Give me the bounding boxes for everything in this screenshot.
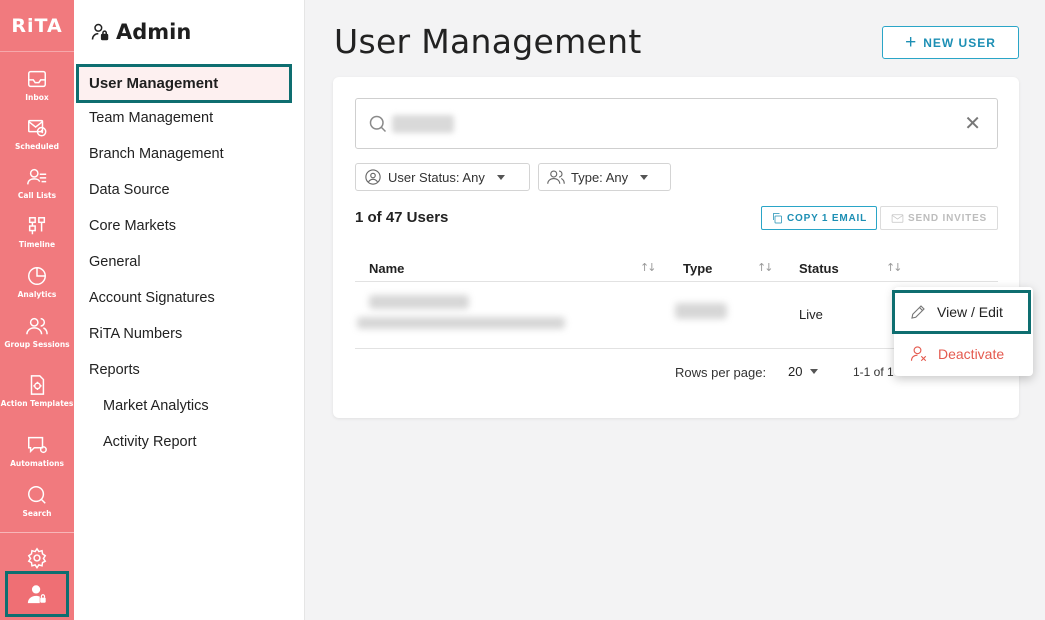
left-rail: RiTA Inbox Scheduled Call Lists Timeline… xyxy=(0,0,74,620)
rail-item-call-lists[interactable]: Call Lists xyxy=(0,166,74,200)
user-remove-icon xyxy=(910,346,927,362)
table-header-divider xyxy=(355,281,998,282)
timeline-icon xyxy=(28,217,46,235)
new-user-label: NEW USER xyxy=(923,35,996,50)
rail-label: Timeline xyxy=(18,240,56,249)
new-user-button[interactable]: + NEW USER xyxy=(882,26,1019,59)
users-icon xyxy=(547,170,565,184)
deactivate-menu-item[interactable]: Deactivate xyxy=(894,338,1033,370)
sidebar-item-data-source[interactable]: Data Source xyxy=(89,182,170,198)
admin-lock-icon xyxy=(91,23,109,41)
search-input[interactable] xyxy=(392,113,952,135)
rail-label: Analytics xyxy=(17,290,57,299)
view-edit-label: View / Edit xyxy=(937,304,1003,320)
sort-icon[interactable]: ↑↓ xyxy=(640,261,657,274)
deactivate-label: Deactivate xyxy=(938,346,1005,362)
sidebar-item-team-management[interactable]: Team Management xyxy=(89,110,213,126)
user-name-redacted xyxy=(369,295,469,309)
rail-item-scheduled[interactable]: Scheduled xyxy=(0,117,74,151)
admin-user-icon xyxy=(27,585,46,604)
sidebar-item-reports[interactable]: Reports xyxy=(89,362,140,378)
sidebar-item-general[interactable]: General xyxy=(89,254,141,270)
mail-send-icon xyxy=(891,213,904,223)
chevron-down-icon xyxy=(810,369,819,374)
send-invites-button[interactable]: SEND INVITES xyxy=(880,206,998,230)
automations-icon xyxy=(28,436,47,454)
rail-label: Group Sessions xyxy=(4,340,70,349)
search-box[interactable]: ✕ xyxy=(355,98,998,149)
type-filter-label: Type: Any xyxy=(571,169,629,185)
admin-sidebar: Admin User Management Team Management Br… xyxy=(74,0,305,620)
view-edit-menu-item[interactable]: View / Edit xyxy=(892,290,1031,334)
column-header-type[interactable]: Type xyxy=(683,261,712,276)
sidebar-item-branch-management[interactable]: Branch Management xyxy=(89,146,224,162)
rail-item-inbox[interactable]: Inbox xyxy=(0,68,74,102)
row-action-menu: View / Edit Deactivate xyxy=(892,287,1033,376)
sort-icon[interactable]: ↑↓ xyxy=(757,261,774,274)
gear-icon xyxy=(27,547,47,569)
copy-icon xyxy=(773,213,782,224)
rail-label: Call Lists xyxy=(17,191,57,200)
rail-admin-button[interactable] xyxy=(5,571,69,617)
analytics-icon xyxy=(28,267,46,285)
rows-per-page-select[interactable]: 20 xyxy=(788,364,819,379)
user-circle-icon xyxy=(365,169,381,185)
user-status-filter[interactable]: User Status: Any xyxy=(355,163,530,191)
pagination-range: 1-1 of 1 xyxy=(853,365,894,379)
group-sessions-icon xyxy=(26,317,48,335)
chevron-down-icon xyxy=(496,174,505,180)
rail-divider xyxy=(0,532,74,533)
rail-label: Automations xyxy=(10,459,64,468)
sidebar-title-text: Admin xyxy=(116,20,192,44)
user-status-filter-label: User Status: Any xyxy=(388,169,485,185)
chevron-down-icon xyxy=(640,174,649,180)
copy-email-label: COPY 1 EMAIL xyxy=(787,212,867,224)
rail-item-group-sessions[interactable]: Group Sessions xyxy=(0,315,74,349)
rows-per-page-label: Rows per page: xyxy=(675,365,767,380)
sidebar-item-account-signatures[interactable]: Account Signatures xyxy=(89,290,215,306)
rows-per-page-value: 20 xyxy=(788,364,803,379)
rail-label: Scheduled xyxy=(14,142,59,151)
column-header-status[interactable]: Status xyxy=(799,261,839,276)
plus-icon: + xyxy=(905,32,918,53)
scheduled-icon xyxy=(28,119,47,137)
search-icon xyxy=(28,486,46,504)
sidebar-item-user-management[interactable]: User Management xyxy=(76,64,292,103)
clear-search-icon[interactable]: ✕ xyxy=(964,113,981,133)
user-type-redacted xyxy=(675,303,727,319)
rail-label: Action Templates xyxy=(0,399,74,408)
app-logo[interactable]: RiTA xyxy=(0,0,74,52)
sidebar-item-core-markets[interactable]: Core Markets xyxy=(89,218,176,234)
sidebar-item-market-analytics[interactable]: Market Analytics xyxy=(103,398,209,414)
column-header-name[interactable]: Name xyxy=(369,261,404,276)
copy-email-button[interactable]: COPY 1 EMAIL xyxy=(761,206,877,230)
user-email-redacted xyxy=(357,317,565,329)
action-templates-icon xyxy=(30,375,45,395)
sidebar-item-activity-report[interactable]: Activity Report xyxy=(103,434,196,450)
sidebar-item-rita-numbers[interactable]: RiTA Numbers xyxy=(89,326,182,342)
rail-item-search[interactable]: Search xyxy=(0,484,74,518)
call-list-icon xyxy=(27,168,47,185)
send-invites-label: SEND INVITES xyxy=(907,212,988,224)
search-icon xyxy=(369,115,387,133)
page-title: User Management xyxy=(334,22,642,61)
rail-item-timeline[interactable]: Timeline xyxy=(0,215,74,249)
rail-item-analytics[interactable]: Analytics xyxy=(0,265,74,299)
rail-item-action-templates[interactable]: Action Templates xyxy=(0,374,74,408)
sidebar-title: Admin xyxy=(90,20,191,44)
rail-label: Inbox xyxy=(25,93,49,102)
inbox-icon xyxy=(28,70,46,88)
rail-label: Search xyxy=(22,509,52,518)
rail-item-automations[interactable]: Automations xyxy=(0,434,74,468)
user-status: Live xyxy=(799,307,823,322)
rail-settings[interactable] xyxy=(0,547,74,569)
pencil-icon xyxy=(911,305,925,319)
user-count: 1 of 47 Users xyxy=(355,209,449,226)
type-filter[interactable]: Type: Any xyxy=(538,163,671,191)
sort-icon[interactable]: ↑↓ xyxy=(886,261,903,274)
